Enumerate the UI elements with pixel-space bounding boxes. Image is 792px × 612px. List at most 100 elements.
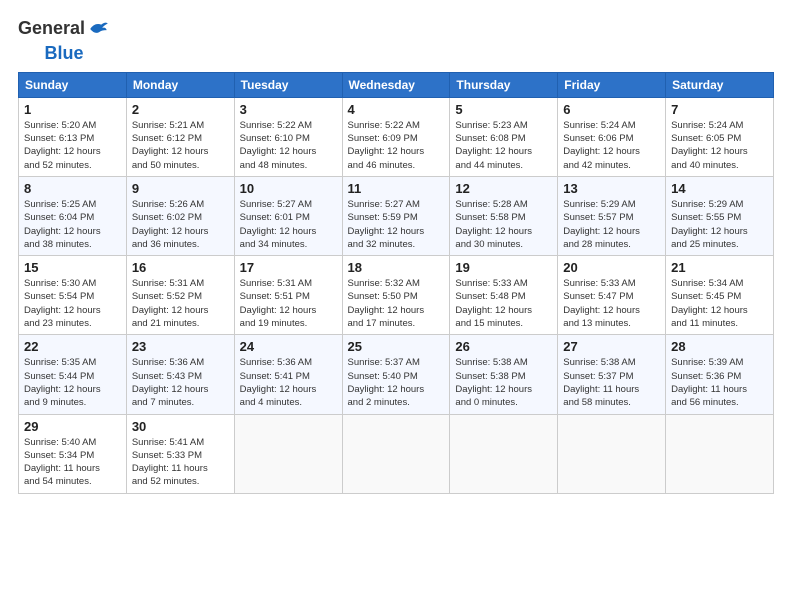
calendar-cell: 13 Sunrise: 5:29 AM Sunset: 5:57 PM Dayli… xyxy=(558,176,666,255)
calendar-cell: 26Sunrise: 5:38 AM Sunset: 5:38 PM Dayli… xyxy=(450,335,558,414)
day-number: 4 xyxy=(348,102,445,117)
day-info: Sunrise: 5:26 AM Sunset: 6:02 PM Dayligh… xyxy=(132,198,229,251)
calendar-header-tuesday: Tuesday xyxy=(234,72,342,97)
day-info: Sunrise: 5:36 AM Sunset: 5:43 PM Dayligh… xyxy=(132,356,229,409)
calendar-header-monday: Monday xyxy=(126,72,234,97)
day-number: 11 xyxy=(348,181,445,196)
day-info: Sunrise: 5:29 AM Sunset: 5:57 PM Dayligh… xyxy=(563,198,660,251)
day-info: Sunrise: 5:36 AM Sunset: 5:41 PM Dayligh… xyxy=(240,356,337,409)
day-number: 23 xyxy=(132,339,229,354)
day-info: Sunrise: 5:32 AM Sunset: 5:50 PM Dayligh… xyxy=(348,277,445,330)
logo: General Blue xyxy=(18,18,110,64)
header: General Blue xyxy=(18,18,774,64)
day-number: 15 xyxy=(24,260,121,275)
day-number: 29 xyxy=(24,419,121,434)
day-info: Sunrise: 5:38 AM Sunset: 5:37 PM Dayligh… xyxy=(563,356,660,409)
day-number: 13 xyxy=(563,181,660,196)
calendar-cell xyxy=(234,414,342,493)
day-number: 26 xyxy=(455,339,552,354)
day-info: Sunrise: 5:28 AM Sunset: 5:58 PM Dayligh… xyxy=(455,198,552,251)
day-number: 2 xyxy=(132,102,229,117)
calendar-cell: 25Sunrise: 5:37 AM Sunset: 5:40 PM Dayli… xyxy=(342,335,450,414)
day-number: 25 xyxy=(348,339,445,354)
day-info: Sunrise: 5:41 AM Sunset: 5:33 PM Dayligh… xyxy=(132,436,229,489)
calendar-cell: 10Sunrise: 5:27 AM Sunset: 6:01 PM Dayli… xyxy=(234,176,342,255)
day-number: 5 xyxy=(455,102,552,117)
day-number: 27 xyxy=(563,339,660,354)
page: General Blue SundayMondayTuesdayWednesday… xyxy=(0,0,792,504)
day-info: Sunrise: 5:33 AM Sunset: 5:47 PM Dayligh… xyxy=(563,277,660,330)
day-info: Sunrise: 5:23 AM Sunset: 6:08 PM Dayligh… xyxy=(455,119,552,172)
day-number: 17 xyxy=(240,260,337,275)
day-info: Sunrise: 5:21 AM Sunset: 6:12 PM Dayligh… xyxy=(132,119,229,172)
day-number: 22 xyxy=(24,339,121,354)
calendar-week-3: 15 Sunrise: 5:30 AM Sunset: 5:54 PM Dayli… xyxy=(19,256,774,335)
day-info: Sunrise: 5:24 AM Sunset: 6:05 PM Dayligh… xyxy=(671,119,768,172)
calendar-cell xyxy=(450,414,558,493)
calendar-cell: 16Sunrise: 5:31 AM Sunset: 5:52 PM Dayli… xyxy=(126,256,234,335)
day-info: Sunrise: 5:30 AM Sunset: 5:54 PM Dayligh… xyxy=(24,277,121,330)
day-number: 18 xyxy=(348,260,445,275)
calendar-cell: 18 Sunrise: 5:32 AM Sunset: 5:50 PM Dayli… xyxy=(342,256,450,335)
day-number: 6 xyxy=(563,102,660,117)
logo-bird-icon xyxy=(88,18,110,40)
calendar-cell: 7 Sunrise: 5:24 AM Sunset: 6:05 PM Daylig… xyxy=(666,97,774,176)
calendar-cell: 6 Sunrise: 5:24 AM Sunset: 6:06 PM Daylig… xyxy=(558,97,666,176)
day-info: Sunrise: 5:25 AM Sunset: 6:04 PM Dayligh… xyxy=(24,198,121,251)
day-info: Sunrise: 5:22 AM Sunset: 6:09 PM Dayligh… xyxy=(348,119,445,172)
logo-general-text: General xyxy=(18,19,85,39)
calendar-cell: 19Sunrise: 5:33 AM Sunset: 5:48 PM Dayli… xyxy=(450,256,558,335)
calendar-cell: 22 Sunrise: 5:35 AM Sunset: 5:44 PM Dayli… xyxy=(19,335,127,414)
day-number: 21 xyxy=(671,260,768,275)
calendar-cell: 30 Sunrise: 5:41 AM Sunset: 5:33 PM Dayli… xyxy=(126,414,234,493)
day-info: Sunrise: 5:40 AM Sunset: 5:34 PM Dayligh… xyxy=(24,436,121,489)
day-info: Sunrise: 5:33 AM Sunset: 5:48 PM Dayligh… xyxy=(455,277,552,330)
calendar-header-friday: Friday xyxy=(558,72,666,97)
calendar-cell: 17 Sunrise: 5:31 AM Sunset: 5:51 PM Dayli… xyxy=(234,256,342,335)
day-info: Sunrise: 5:29 AM Sunset: 5:55 PM Dayligh… xyxy=(671,198,768,251)
calendar-header-saturday: Saturday xyxy=(666,72,774,97)
calendar-cell: 2 Sunrise: 5:21 AM Sunset: 6:12 PM Daylig… xyxy=(126,97,234,176)
calendar-cell: 28 Sunrise: 5:39 AM Sunset: 5:36 PM Dayli… xyxy=(666,335,774,414)
calendar-header-wednesday: Wednesday xyxy=(342,72,450,97)
calendar-cell: 20 Sunrise: 5:33 AM Sunset: 5:47 PM Dayli… xyxy=(558,256,666,335)
calendar-cell: 1 Sunrise: 5:20 AM Sunset: 6:13 PM Daylig… xyxy=(19,97,127,176)
day-number: 28 xyxy=(671,339,768,354)
calendar-cell: 12 Sunrise: 5:28 AM Sunset: 5:58 PM Dayli… xyxy=(450,176,558,255)
day-number: 14 xyxy=(671,181,768,196)
calendar-cell: 23 Sunrise: 5:36 AM Sunset: 5:43 PM Dayli… xyxy=(126,335,234,414)
calendar-header-sunday: Sunday xyxy=(19,72,127,97)
day-number: 8 xyxy=(24,181,121,196)
day-info: Sunrise: 5:34 AM Sunset: 5:45 PM Dayligh… xyxy=(671,277,768,330)
calendar-cell: 5 Sunrise: 5:23 AM Sunset: 6:08 PM Daylig… xyxy=(450,97,558,176)
day-info: Sunrise: 5:24 AM Sunset: 6:06 PM Dayligh… xyxy=(563,119,660,172)
calendar-cell: 8 Sunrise: 5:25 AM Sunset: 6:04 PM Daylig… xyxy=(19,176,127,255)
day-number: 9 xyxy=(132,181,229,196)
day-info: Sunrise: 5:22 AM Sunset: 6:10 PM Dayligh… xyxy=(240,119,337,172)
calendar-cell xyxy=(558,414,666,493)
day-number: 12 xyxy=(455,181,552,196)
logo-blue-text: Blue xyxy=(45,43,84,63)
calendar-cell: 14 Sunrise: 5:29 AM Sunset: 5:55 PM Dayli… xyxy=(666,176,774,255)
calendar-header-row: SundayMondayTuesdayWednesdayThursdayFrid… xyxy=(19,72,774,97)
calendar-cell: 4 Sunrise: 5:22 AM Sunset: 6:09 PM Daylig… xyxy=(342,97,450,176)
calendar-week-1: 1 Sunrise: 5:20 AM Sunset: 6:13 PM Daylig… xyxy=(19,97,774,176)
calendar-cell: 3 Sunrise: 5:22 AM Sunset: 6:10 PM Daylig… xyxy=(234,97,342,176)
day-info: Sunrise: 5:31 AM Sunset: 5:51 PM Dayligh… xyxy=(240,277,337,330)
day-number: 30 xyxy=(132,419,229,434)
day-info: Sunrise: 5:35 AM Sunset: 5:44 PM Dayligh… xyxy=(24,356,121,409)
day-info: Sunrise: 5:39 AM Sunset: 5:36 PM Dayligh… xyxy=(671,356,768,409)
day-number: 3 xyxy=(240,102,337,117)
day-number: 16 xyxy=(132,260,229,275)
calendar-week-2: 8 Sunrise: 5:25 AM Sunset: 6:04 PM Daylig… xyxy=(19,176,774,255)
calendar-header-thursday: Thursday xyxy=(450,72,558,97)
calendar-cell xyxy=(666,414,774,493)
day-info: Sunrise: 5:27 AM Sunset: 5:59 PM Dayligh… xyxy=(348,198,445,251)
day-number: 20 xyxy=(563,260,660,275)
calendar-cell: 29 Sunrise: 5:40 AM Sunset: 5:34 PM Dayli… xyxy=(19,414,127,493)
day-info: Sunrise: 5:20 AM Sunset: 6:13 PM Dayligh… xyxy=(24,119,121,172)
calendar-cell: 15 Sunrise: 5:30 AM Sunset: 5:54 PM Dayli… xyxy=(19,256,127,335)
calendar-table: SundayMondayTuesdayWednesdayThursdayFrid… xyxy=(18,72,774,494)
day-number: 1 xyxy=(24,102,121,117)
day-number: 7 xyxy=(671,102,768,117)
